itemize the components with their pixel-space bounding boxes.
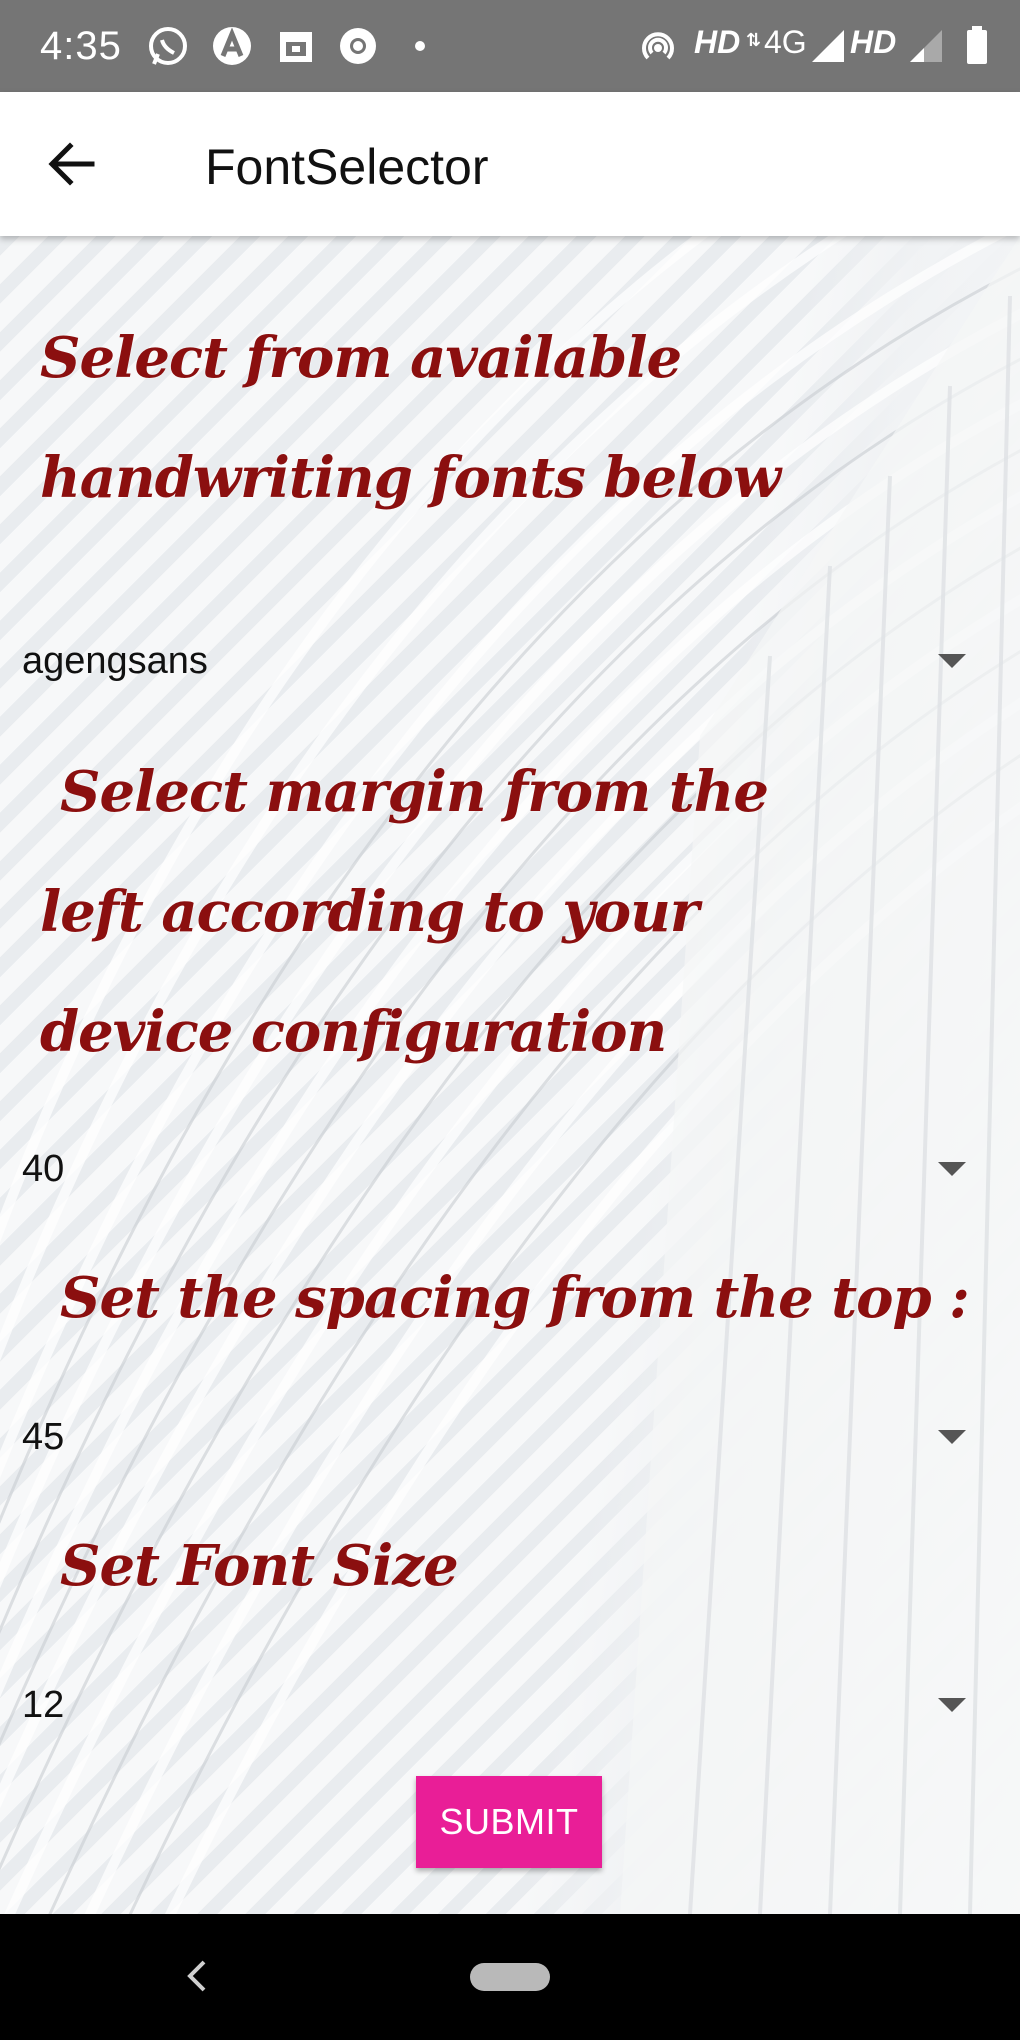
signal-icon — [812, 30, 844, 62]
whatsapp-icon — [149, 27, 187, 65]
chevron-left-icon[interactable] — [182, 1954, 212, 1998]
dot-icon — [415, 41, 425, 51]
spacing-dropdown[interactable]: 45 — [0, 1404, 1020, 1474]
font-dropdown-value: agengsans — [22, 640, 208, 682]
data-arrows-icon: ⇅ — [746, 30, 762, 50]
home-pill-icon[interactable] — [470, 1963, 550, 1991]
hotspot-icon — [642, 32, 674, 60]
signal-weak-icon — [910, 30, 942, 62]
caret-down-icon — [938, 1698, 966, 1712]
margin-dropdown-value: 40 — [22, 1148, 65, 1190]
app-bar: FontSelector — [0, 92, 1020, 236]
network-hd-label: HD — [694, 24, 741, 60]
caret-down-icon — [938, 654, 966, 668]
font-size-dropdown[interactable]: 12 — [0, 1672, 1020, 1742]
font-size-dropdown-value: 12 — [22, 1684, 65, 1726]
margin-select-heading: Select margin from the left according to… — [40, 759, 769, 1065]
font-dropdown[interactable]: agengsans — [0, 628, 1020, 698]
font-select-heading: Select from available handwriting fonts … — [40, 325, 781, 511]
arrow-left-icon[interactable] — [40, 132, 104, 196]
navigation-bar — [0, 1914, 1020, 2040]
network-type-label: 4G — [764, 24, 807, 60]
spacing-dropdown-value: 45 — [22, 1416, 65, 1458]
calendar-icon — [280, 32, 312, 62]
font-size-heading: Set Font Size — [60, 1533, 459, 1599]
main-content: Select from available handwriting fonts … — [0, 236, 1020, 1914]
caret-down-icon — [938, 1162, 966, 1176]
chrome-icon — [340, 28, 376, 64]
status-time: 4:35 — [40, 24, 122, 68]
spacing-heading: Set the spacing from the top : — [60, 1265, 970, 1331]
page-title: FontSelector — [205, 139, 489, 195]
caret-down-icon — [938, 1430, 966, 1444]
submit-button[interactable]: SUBMIT — [416, 1776, 602, 1868]
status-bar: 4:35 HD ⇅ 4G HD — [0, 0, 1020, 92]
margin-dropdown[interactable]: 40 — [0, 1136, 1020, 1206]
battery-icon — [967, 26, 987, 64]
arrow-up-circle-icon — [213, 27, 251, 65]
network-hd-label-2: HD — [850, 24, 897, 60]
